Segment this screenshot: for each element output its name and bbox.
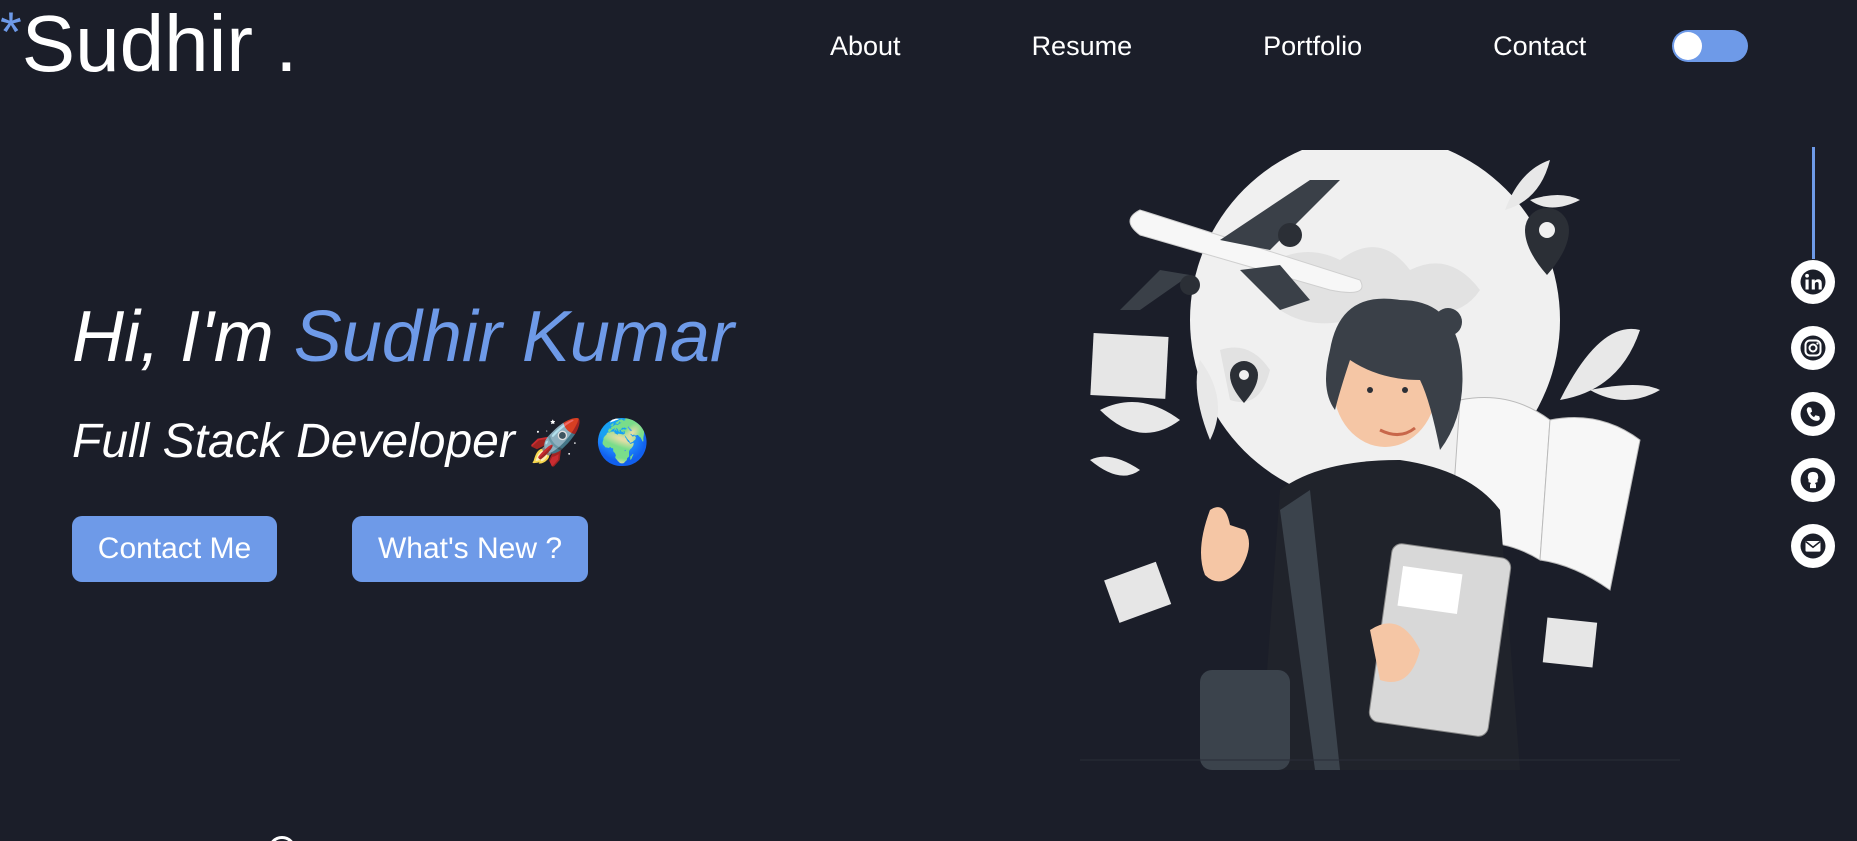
hero-illustration xyxy=(1080,150,1680,770)
contact-me-button[interactable]: Contact Me xyxy=(72,516,277,582)
page: * Sudhir . About Resume Portfolio Contac… xyxy=(0,0,1857,841)
phone-link[interactable] xyxy=(1791,392,1835,436)
nav-contact-link[interactable]: Contact xyxy=(1493,26,1586,66)
whats-new-button[interactable]: What's New ? xyxy=(352,516,588,582)
mail-icon xyxy=(1800,533,1826,559)
github-icon xyxy=(1800,467,1826,493)
scroll-indicator xyxy=(268,836,296,841)
linkedin-link[interactable] xyxy=(1791,260,1835,304)
logo-star: * xyxy=(0,0,22,63)
nav-resume-link[interactable]: Resume xyxy=(1032,26,1133,66)
hero-title: Hi, I'm Sudhir Kumar xyxy=(72,294,734,380)
nav-portfolio-link[interactable]: Portfolio xyxy=(1263,26,1362,66)
hero-role: Full Stack Developer xyxy=(72,415,529,468)
rocket-globe-emoji: 🚀 🌍 xyxy=(528,418,650,467)
github-link[interactable] xyxy=(1791,458,1835,502)
site-logo[interactable]: * Sudhir . xyxy=(0,0,298,90)
linkedin-icon xyxy=(1800,269,1826,295)
hero-name: Sudhir Kumar xyxy=(293,297,734,377)
theme-toggle-knob xyxy=(1674,32,1703,60)
instagram-icon xyxy=(1800,335,1826,361)
logo-name: Sudhir . xyxy=(21,0,298,88)
phone-icon xyxy=(1800,401,1826,427)
social-rail-line xyxy=(1812,147,1815,259)
instagram-link[interactable] xyxy=(1791,326,1835,370)
main-nav: About Resume Portfolio Contact xyxy=(830,26,1749,66)
mail-link[interactable] xyxy=(1791,524,1835,568)
hero-greeting: Hi, I'm xyxy=(72,297,294,377)
hero-subtitle: Full Stack Developer 🚀 🌍 xyxy=(72,412,650,473)
theme-toggle[interactable] xyxy=(1672,30,1749,62)
nav-about-link[interactable]: About xyxy=(830,26,901,66)
